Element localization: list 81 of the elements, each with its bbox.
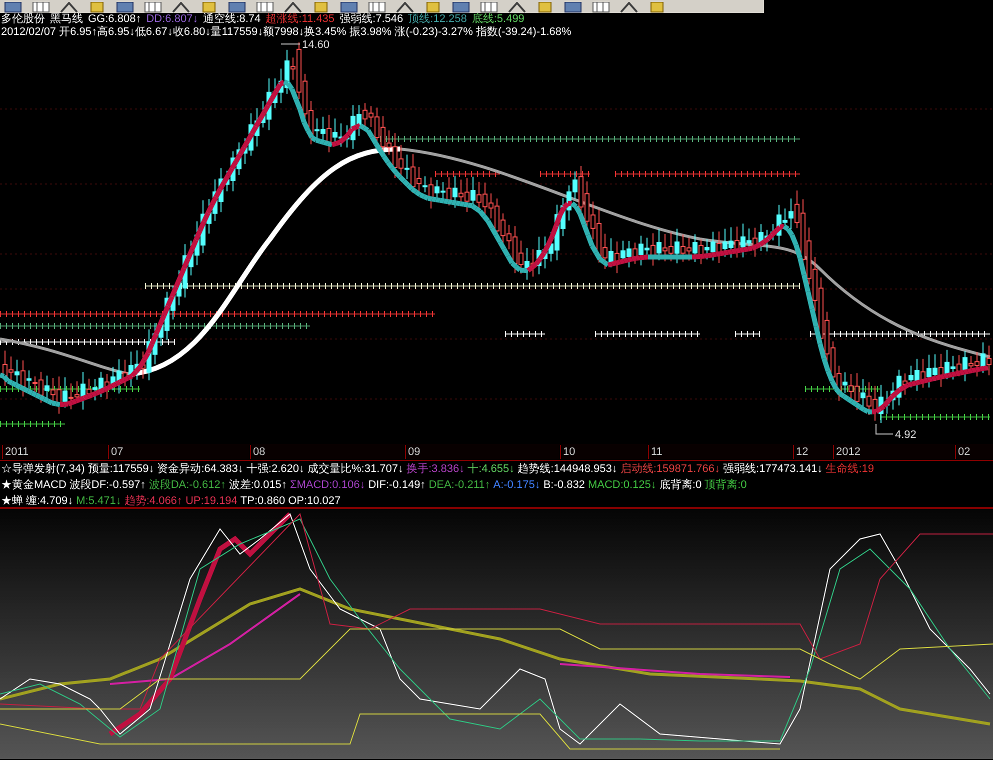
toolbar-icon[interactable] — [508, 2, 526, 13]
indicator-reading: 资金异动:64.383↓ — [157, 462, 244, 477]
axis-date-label: 2012 — [833, 445, 860, 459]
toolbar-icon[interactable] — [116, 2, 134, 13]
stock-info-text: DD:6.807↓ — [146, 13, 198, 26]
indicator-reading: B:-0.832 — [543, 478, 585, 493]
indicator-reading: 顶背离:0 — [704, 478, 747, 493]
toolbar-icon[interactable] — [200, 2, 218, 13]
indicator-reading: 趋势线:144948.953↓ — [518, 462, 618, 477]
toolbar-icon[interactable] — [88, 2, 106, 13]
indicator-reading: 波段DA:-0.612↑ — [148, 478, 226, 493]
stock-info-text: GG:6.808↑ — [88, 13, 142, 26]
indicator-reading: 生命线:19 — [826, 462, 874, 477]
toolbar-icon[interactable] — [172, 2, 190, 13]
indicator-reading: 波段DF:-0.597↑ — [69, 478, 146, 493]
toolbar-icon[interactable] — [424, 2, 442, 13]
cross-marker-line — [504, 331, 546, 337]
cross-marker-line — [0, 421, 66, 427]
axis-date-label: 09 — [405, 445, 420, 459]
stock-info-text: 黑马线 — [50, 13, 83, 26]
toolbar-icon[interactable] — [648, 2, 666, 13]
indicator-reading: 成交量比%:31.707↓ — [308, 462, 404, 477]
indicator-reading: A:-0.175↓ — [493, 478, 540, 493]
price-label: 14.60 — [302, 39, 330, 51]
axis-date-label: 2011 — [2, 445, 29, 459]
leader-line — [876, 424, 894, 434]
indicator-reading: ☆导弹发射(7,34) — [1, 462, 85, 477]
indicator-reading: 趋势:4.066↑ — [124, 494, 182, 507]
toolbar-icon[interactable] — [396, 2, 414, 13]
stock-info-text: 超涨线:11.435 — [266, 13, 335, 26]
cross-marker-line — [734, 331, 760, 337]
toolbar-icon[interactable] — [452, 2, 470, 13]
indicator-reading: UP:19.194 — [185, 494, 238, 507]
indicator-reading: ΣMACD:0.106↓ — [290, 478, 366, 493]
toolbar-icon[interactable] — [256, 2, 274, 13]
indicator-reading: DEA:-0.211↑ — [428, 478, 490, 493]
toolbar-icon[interactable] — [4, 2, 22, 13]
cross-marker-line — [434, 171, 500, 177]
axis-date-label: 12 — [793, 445, 808, 459]
indicator-reading: OP:10.027 — [288, 494, 341, 507]
stock-info-text: 强弱线:7.546 — [340, 13, 404, 26]
indicator-reading: MACD:0.125↓ — [588, 478, 656, 493]
stock-info-text: 底线:5.499 — [472, 13, 524, 26]
stock-info-text: 顶线:12.258 — [408, 13, 467, 26]
toolbar-icon[interactable] — [536, 2, 554, 13]
toolbar-icon[interactable] — [620, 2, 638, 13]
axis-date-label: 10 — [560, 445, 576, 459]
indicator-reading: 预量:117559↓ — [88, 462, 154, 477]
price-label: 4.92 — [895, 429, 916, 441]
axis-date-label: 08 — [250, 445, 266, 459]
indicator-reading: 波差:0.015↑ — [228, 478, 287, 493]
toolbar-icon[interactable] — [480, 2, 498, 13]
stock-info-text: 多伦股份 — [1, 13, 45, 26]
stock-info-text: 通空线:8.74 — [203, 13, 261, 26]
toolbar-icon[interactable] — [340, 2, 358, 13]
stock-info-text: 2012/02/07 开6.95↑高6.95↓低6.67↓收6.80↓量117559↓额7998↓换3.45% 振3.98% 涨(-0.23)-3.27% 指数(-39.24)-1.68% — [1, 26, 572, 39]
axis-date-label: 02 — [955, 445, 970, 459]
indicator-reading: 换手:3.836↓ — [406, 462, 465, 477]
indicator-reading: TP:0.860 — [240, 494, 286, 507]
toolbar-icon[interactable] — [60, 2, 78, 13]
toolbar-icon[interactable] — [368, 2, 386, 13]
axis-date-label: 11 — [648, 445, 662, 459]
indicator-reading: M:5.471↓ — [76, 494, 122, 507]
cross-marker-line — [540, 171, 590, 177]
axis-date-label: 07 — [108, 445, 124, 459]
toolbar-icon[interactable] — [284, 2, 302, 13]
indicator-reading: DIF:-0.149↑ — [368, 478, 426, 493]
indicator-reading: 强弱线:177473.141↓ — [723, 462, 823, 477]
indicator-reading: 底背离:0 — [659, 478, 702, 493]
toolbar-icon[interactable] — [144, 2, 162, 13]
indicator-reading: 启动线:159871.766↓ — [620, 462, 720, 477]
indicator-reading: 缠:4.709↓ — [26, 494, 74, 507]
toolbar-icon[interactable] — [592, 2, 610, 13]
toolbar-icon[interactable] — [32, 2, 50, 13]
toolbar-icon[interactable] — [564, 2, 582, 13]
indicator-reading: ★黄金MACD — [1, 478, 66, 493]
indicator-reading: 十:4.655↓ — [468, 462, 515, 477]
indicator-reading: ★蝉 — [1, 494, 23, 507]
toolbar-icon[interactable] — [228, 2, 246, 13]
toolbar-icon[interactable] — [312, 2, 330, 13]
indicator-reading: 十强:2.620↓ — [246, 462, 304, 477]
